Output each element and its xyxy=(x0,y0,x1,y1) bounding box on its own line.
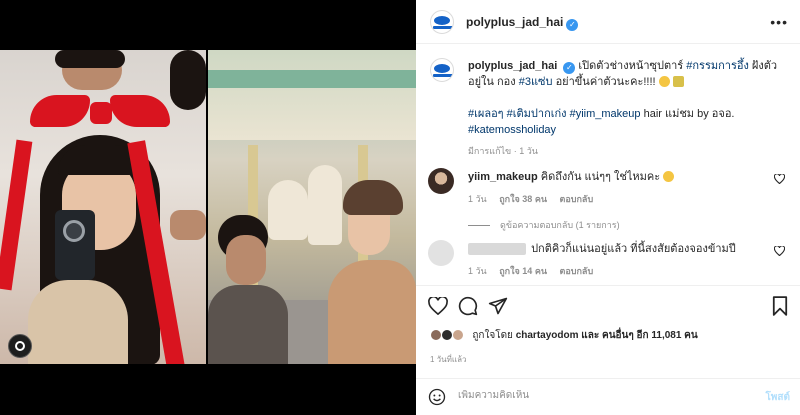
photo-carousel-makeup xyxy=(208,50,416,364)
liked-by: ถูกใจโดย chartayodom และ คนอื่นๆ อีก 11,… xyxy=(430,328,698,344)
reply-button[interactable]: ตอบกลับ xyxy=(560,266,594,276)
comment-like-heart-icon[interactable] xyxy=(773,173,786,187)
comment-likes[interactable]: ถูกใจ 14 คน xyxy=(499,266,547,276)
caption-text: กอง xyxy=(497,76,516,88)
post-header: polyplus_jad_hai ✓ ••• xyxy=(416,0,800,44)
caption-username[interactable]: polyplus_jad_hai xyxy=(468,60,557,72)
edited-label: มีการแก้ไข xyxy=(468,146,512,156)
hashtag-link[interactable]: #3แซ่บ xyxy=(519,76,553,88)
view-replies-button[interactable]: ดูข้อความตอบกลับ (1 รายการ) xyxy=(468,218,620,232)
hashtag-link[interactable]: #กรรมการอึ้ง xyxy=(686,60,749,72)
post-media[interactable] xyxy=(0,0,416,415)
caption-text: hair แม่ชม by อจอ. xyxy=(643,108,735,120)
grin-emoji-icon xyxy=(658,76,670,87)
username-text[interactable]: polyplus_jad_hai xyxy=(466,15,563,29)
comment-age[interactable]: 1 วัน xyxy=(468,194,487,204)
post-comment-button[interactable]: โพสต์ xyxy=(765,390,790,405)
comment-body: ปกติคิวก็แน่นอยู่แล้ว ที่นี้สงสัยต้องจอง… xyxy=(468,242,758,257)
caption-text: อย่าขึ้นค่าตัวนะคะ!!!! xyxy=(555,76,656,88)
tagged-people-icon[interactable] xyxy=(8,334,32,358)
comment-icon[interactable] xyxy=(458,296,478,316)
liked-by-and: และ xyxy=(581,330,600,341)
verified-icon: ✓ xyxy=(566,19,579,31)
emoji-icon[interactable] xyxy=(428,388,446,406)
header-username[interactable]: polyplus_jad_hai ✓ xyxy=(466,15,579,31)
liked-by-prefix: ถูกใจโดย xyxy=(472,330,513,341)
comment-body: yiim_makeup คิดถึงกัน แน่ๆๆ ใช่ไหมคะ xyxy=(468,170,758,185)
commenter-avatar[interactable] xyxy=(428,168,454,194)
commenter-avatar[interactable] xyxy=(428,240,454,266)
caption-age[interactable]: 1 วัน xyxy=(519,146,538,156)
caption-text: เปิดตัวช่างหน้าซุปตาร์ xyxy=(578,60,684,72)
comment-item: yiim_makeup คิดถึงกัน แน่ๆๆ ใช่ไหมคะ 1 ว… xyxy=(426,168,791,208)
hashtag-link[interactable]: #yiim_makeup xyxy=(570,108,641,120)
reply-button[interactable]: ตอบกลับ xyxy=(560,194,594,204)
action-bar xyxy=(416,285,800,323)
hashtag-link[interactable]: #เติมปากเก่ง xyxy=(507,108,567,120)
comment-text: ปกติคิวก็แน่นอยู่แล้ว ที่นี้สงสัยต้องจอง… xyxy=(531,243,736,255)
bookmark-icon[interactable] xyxy=(770,296,790,316)
more-horizontal-icon[interactable]: ••• xyxy=(770,14,788,30)
share-icon[interactable] xyxy=(488,296,508,316)
liker-username[interactable]: chartayodom xyxy=(516,330,579,341)
tongue-emoji-icon xyxy=(663,171,675,182)
comment-input[interactable] xyxy=(458,390,718,401)
comment-age[interactable]: 1 วัน xyxy=(468,266,487,276)
blurred-username xyxy=(468,243,526,256)
comment-meta: 1 วัน ถูกใจ 14 คน ตอบกลับ xyxy=(468,264,603,278)
heart-icon[interactable] xyxy=(428,296,448,316)
sparkle-emoji-icon xyxy=(672,76,684,87)
phone-in-photo xyxy=(55,210,95,280)
comment-likes[interactable]: ถูกใจ 38 คน xyxy=(499,194,547,204)
likes-count[interactable]: คนอื่นๆ อีก 11,081 คน xyxy=(602,330,698,341)
liker-avatar[interactable] xyxy=(440,329,453,342)
hashtag-link[interactable]: #เผลอๆ xyxy=(468,108,504,120)
photo-makeup-with-ribbon xyxy=(0,50,206,364)
commenter-username[interactable]: yiim_makeup xyxy=(468,171,538,183)
post-caption: polyplus_jad_hai ✓ เปิดตัวช่างหน้าซุปตาร… xyxy=(468,60,778,156)
verified-icon: ✓ xyxy=(563,62,576,74)
comment-meta: 1 วัน ถูกใจ 38 คน ตอบกลับ xyxy=(468,192,603,206)
comment-item: ปกติคิวก็แน่นอยู่แล้ว ที่นี้สงสัยต้องจอง… xyxy=(426,240,791,280)
add-comment-bar: โพสต์ xyxy=(416,378,800,415)
hashtag-link[interactable]: #katemossholiday xyxy=(468,124,556,136)
liker-avatar[interactable] xyxy=(451,329,464,342)
comment-text: คิดถึงกัน แน่ๆๆ ใช่ไหมคะ xyxy=(540,171,661,183)
post-timestamp[interactable]: 1 วันที่แล้ว xyxy=(430,353,466,366)
instagram-post-modal: polyplus_jad_hai ✓ ••• polyplus_jad_hai ✓… xyxy=(0,0,800,415)
view-replies-label[interactable]: ดูข้อความตอบกลับ (1 รายการ) xyxy=(500,220,620,230)
post-side-panel: polyplus_jad_hai ✓ ••• polyplus_jad_hai ✓… xyxy=(416,0,800,415)
caption-avatar[interactable] xyxy=(430,58,454,82)
account-avatar[interactable] xyxy=(430,10,454,34)
comment-like-heart-icon[interactable] xyxy=(773,245,786,259)
